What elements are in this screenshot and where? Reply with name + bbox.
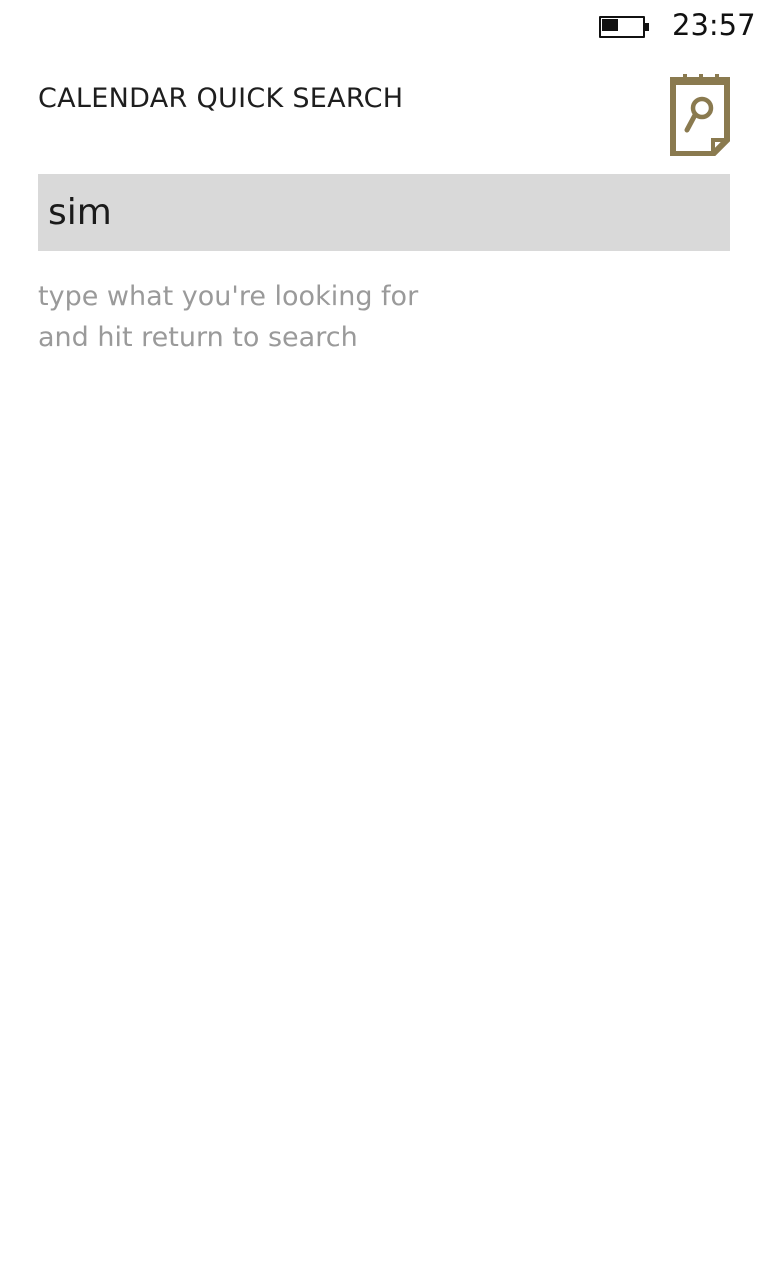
hint-line-1: type what you're looking for xyxy=(38,281,419,312)
calendar-search-icon xyxy=(669,74,731,157)
clock: 23:57 xyxy=(672,8,756,42)
hint-line-2: and hit return to search xyxy=(38,322,358,353)
search-hint: type what you're looking for and hit ret… xyxy=(38,276,418,358)
status-bar: 23:57 xyxy=(0,0,768,52)
battery-icon xyxy=(599,16,651,38)
page-title: CALENDAR QUICK SEARCH xyxy=(38,83,404,114)
search-input[interactable] xyxy=(38,174,730,251)
